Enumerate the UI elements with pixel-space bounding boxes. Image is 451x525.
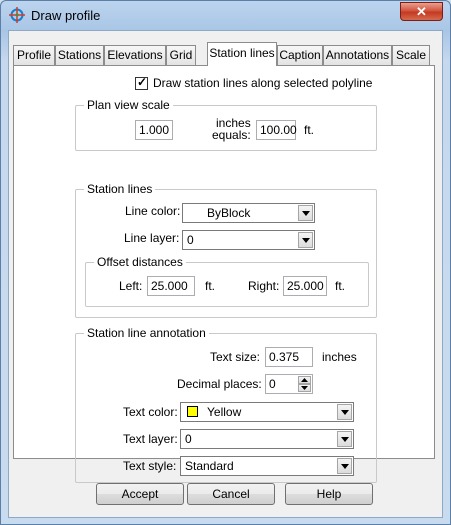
decimal-places-label: Decimal places: — [177, 377, 262, 391]
plan-view-scale-group: Plan view scale 1.000 inches equals: 100… — [75, 98, 377, 151]
tab-caption[interactable]: Caption — [277, 45, 323, 65]
close-icon: ✕ — [416, 4, 427, 19]
tab-station-lines[interactable]: Station lines — [207, 42, 277, 66]
color-swatch — [187, 406, 198, 417]
text-size-unit: inches — [322, 350, 357, 364]
offset-distances-title: Offset distances — [94, 255, 186, 269]
app-icon — [9, 7, 25, 23]
plan-view-scale-title: Plan view scale — [84, 98, 173, 112]
line-layer-label: Line layer: — [124, 231, 180, 245]
left-offset-unit: ft. — [205, 279, 216, 293]
text-layer-select[interactable]: 0 — [180, 429, 354, 449]
accept-button[interactable]: Accept — [96, 483, 184, 505]
draw-station-lines-checkbox[interactable]: ✓ — [135, 75, 148, 90]
draw-station-lines-label: Draw station lines along selected polyli… — [153, 76, 373, 90]
station-lines-panel: ✓ Draw station lines along selected poly… — [13, 65, 435, 483]
window-title: Draw profile — [31, 8, 101, 23]
chevron-down-icon[interactable] — [298, 232, 313, 248]
cancel-button[interactable]: Cancel — [187, 483, 275, 505]
dialog-client-area: Profile Stations Elevations Grid Station… — [8, 30, 443, 518]
chevron-down-icon[interactable] — [298, 205, 313, 221]
help-button[interactable]: Help — [285, 483, 373, 505]
chevron-down-icon[interactable] — [337, 431, 352, 447]
text-style-label: Text style: — [123, 459, 177, 473]
line-color-select[interactable]: ByBlock — [182, 203, 315, 223]
station-lines-group: Station lines Line color: ByBlock Line l… — [75, 182, 377, 318]
text-color-select[interactable]: Yellow — [180, 402, 354, 422]
tab-grid[interactable]: Grid — [166, 45, 196, 65]
spinner-up-icon[interactable] — [298, 376, 311, 384]
dialog-window: Draw profile ✕ Profile Stations Elevatio… — [0, 0, 451, 525]
tab-annotations[interactable]: Annotations — [323, 45, 392, 65]
offset-distances-group: Offset distances Left: 25.000 ft. Right:… — [85, 255, 369, 307]
left-offset-input[interactable]: 25.000 — [147, 276, 195, 296]
tab-scale[interactable]: Scale — [392, 45, 430, 65]
decimal-places-spinner[interactable]: 0 — [265, 374, 313, 394]
right-offset-label: Right: — [248, 279, 280, 293]
station-line-annotation-title: Station line annotation — [84, 326, 209, 340]
chevron-down-icon[interactable] — [337, 458, 352, 474]
right-offset-input[interactable]: 25.000 — [283, 276, 327, 296]
equals-label: equals: — [212, 128, 251, 142]
spinner-buttons[interactable] — [298, 376, 311, 392]
line-color-label: Line color: — [125, 204, 181, 218]
check-icon: ✓ — [137, 75, 148, 89]
title-bar[interactable]: Draw profile ✕ — [1, 1, 450, 29]
chevron-down-icon[interactable] — [337, 404, 352, 420]
close-button[interactable]: ✕ — [400, 2, 443, 21]
station-lines-title: Station lines — [84, 182, 156, 196]
tab-stations[interactable]: Stations — [55, 45, 104, 65]
text-size-label: Text size: — [210, 350, 261, 364]
line-layer-select[interactable]: 0 — [182, 230, 315, 250]
tab-elevations[interactable]: Elevations — [104, 45, 166, 65]
left-offset-label: Left: — [119, 279, 143, 293]
text-style-select[interactable]: Standard — [180, 456, 354, 476]
text-color-label: Text color: — [123, 405, 178, 419]
spinner-down-icon[interactable] — [298, 384, 311, 392]
inches-input[interactable]: 1.000 — [135, 120, 173, 140]
tab-profile[interactable]: Profile — [13, 45, 55, 65]
text-size-input[interactable]: 0.375 — [265, 347, 313, 367]
station-line-annotation-group: Station line annotation Text size: 0.375… — [75, 326, 377, 483]
text-layer-label: Text layer: — [123, 432, 178, 446]
right-offset-unit: ft. — [335, 279, 346, 293]
feet-unit: ft. — [304, 123, 315, 137]
feet-input[interactable]: 100.00 — [256, 120, 297, 140]
